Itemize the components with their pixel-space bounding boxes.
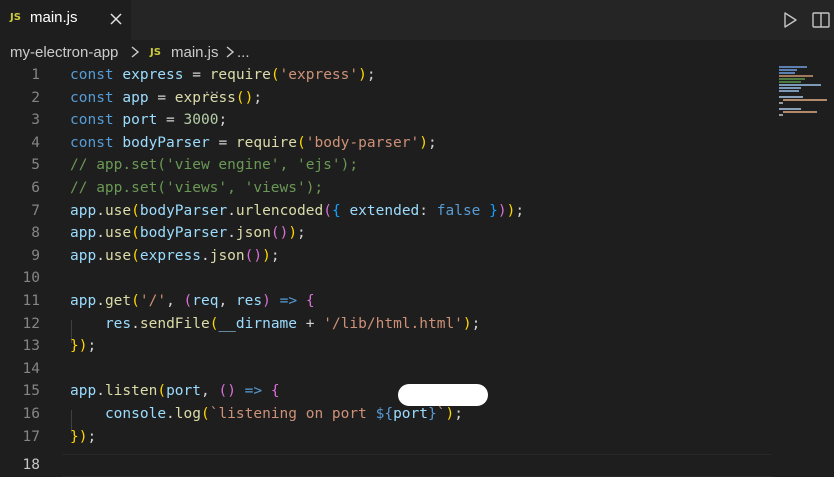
breadcrumb-folder[interactable]: my-electron-app [10,44,118,61]
code-line[interactable]: // app.set('views', 'views'); [70,177,323,200]
line-number: 5 [31,157,40,174]
code-line[interactable]: }); [70,335,96,358]
minimap-line [779,96,803,98]
minimap-line [783,111,817,113]
line-number: 4 [31,134,40,151]
code-line[interactable]: app.listen(port, () => { [70,380,280,403]
minimap-line [779,102,783,104]
minimap-line [779,81,801,83]
code-line[interactable]: app.use(bodyParser.json()); [70,222,306,245]
line-number: 7 [31,202,40,219]
minimap-line [779,66,807,68]
line-number: 11 [22,293,40,309]
code-line[interactable]: app.use(express.json()); [70,245,280,268]
code-line[interactable]: app.get('/', (req, res) => { [70,290,315,313]
minimap-line [779,114,783,116]
minimap-line [779,72,795,74]
redaction-mark [398,384,488,406]
line-number: 17 [22,428,40,445]
line-number: 15 [22,383,40,400]
current-line-highlight [62,454,772,477]
chevron-right-icon [129,44,141,60]
close-icon[interactable] [106,9,126,29]
line-number-active: 18 [22,457,40,473]
code-line[interactable]: const express = require('express'); [70,64,376,87]
code-line[interactable]: const app = express(); [70,87,262,110]
code-line[interactable]: res.sendFile(__dirname + '/lib/html.html… [70,313,480,336]
code-line[interactable]: const bodyParser = require('body-parser'… [70,132,437,155]
minimap-line [779,90,799,92]
minimap-line [779,87,801,89]
breadcrumb-more[interactable]: ... [237,44,250,61]
breadcrumb: my-electron-app JS main.js ... [0,40,834,64]
minimap-line [779,75,813,77]
tab-main-js[interactable]: JS main.js [0,0,131,40]
line-number: 1 [31,67,40,83]
minimap-line [779,69,797,71]
js-file-icon: JS [10,12,21,23]
tab-bar: JS main.js [0,0,834,40]
code-editor[interactable]: 1 2 3 4 5 6 7 8 9 10 11 12 13 14 15 16 1… [0,64,834,477]
line-number: 6 [31,180,40,196]
minimap-line [783,99,827,101]
hint-dots [205,81,219,94]
breadcrumb-file[interactable]: main.js [171,44,219,61]
chevron-right-icon [224,44,236,60]
play-icon[interactable] [779,9,801,31]
line-number: 9 [31,247,40,264]
minimap[interactable] [775,64,830,124]
js-file-icon: JS [150,47,161,58]
line-number: 10 [22,270,40,287]
split-editor-icon[interactable] [810,9,832,31]
minimap-line [779,108,801,110]
code-line[interactable]: app.use(bodyParser.urlencoded({ extended… [70,200,524,223]
code-line[interactable]: // app.set('view engine', 'ejs'); [70,154,358,177]
line-number: 3 [31,112,40,129]
line-number: 13 [22,338,40,355]
line-number: 2 [31,89,40,106]
line-number: 12 [22,315,40,332]
minimap-line [779,78,805,80]
minimap-line [779,84,821,86]
line-number: 14 [22,360,40,377]
line-number: 8 [31,225,40,242]
code-line[interactable]: }); [70,426,96,449]
code-line[interactable]: const port = 3000; [70,109,227,132]
code-line[interactable]: console.log(`listening on port ${port}`)… [70,403,463,426]
tab-label: main.js [30,9,78,26]
line-number: 16 [22,406,40,422]
